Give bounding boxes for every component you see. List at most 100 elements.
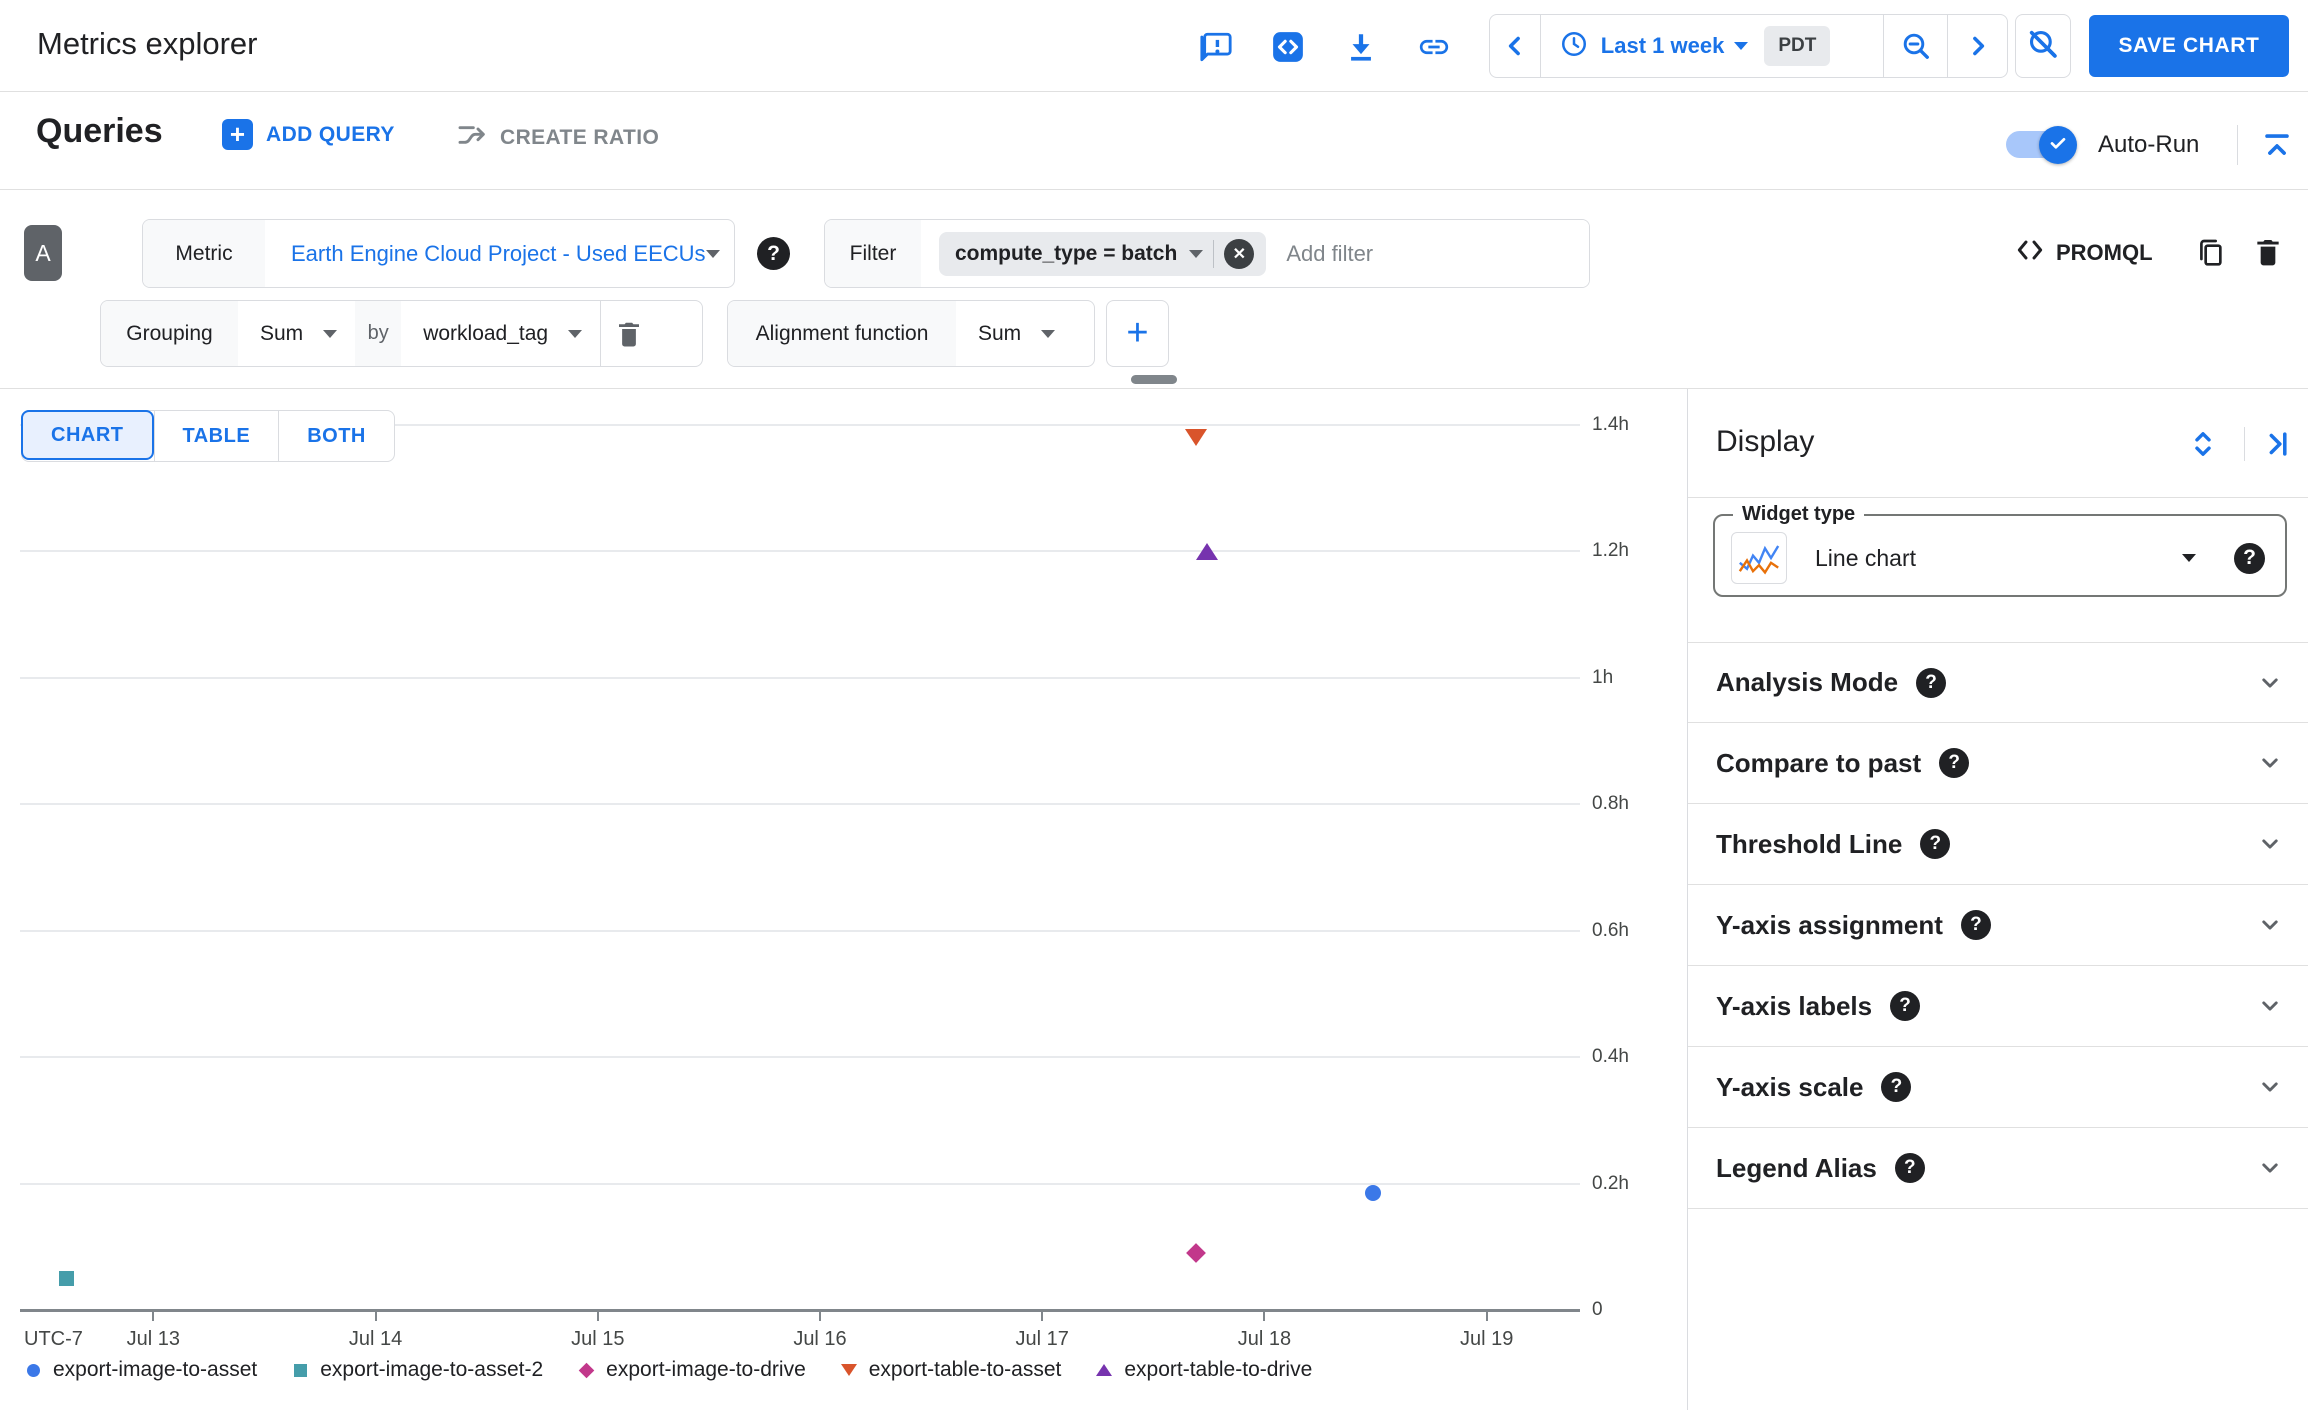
chevron-down-icon	[1189, 249, 1204, 258]
data-point-export-image-to-asset	[1365, 1185, 1382, 1202]
timezone-axis-label: UTC-7	[24, 1328, 83, 1350]
legend-label: export-image-to-asset	[53, 1358, 258, 1381]
time-prev-button[interactable]	[1490, 15, 1540, 77]
link-icon[interactable]	[1414, 27, 1454, 67]
collapse-queries-icon[interactable]	[2258, 127, 2296, 165]
time-range-group: Last 1 week PDT	[1489, 14, 2008, 78]
delete-grouping-icon[interactable]	[601, 301, 657, 366]
tab-chart[interactable]: CHART	[21, 410, 154, 460]
section-compare-to-past[interactable]: Compare to past?	[1688, 723, 2308, 804]
download-icon[interactable]	[1341, 27, 1381, 67]
chevron-down-icon[interactable]	[2255, 829, 2285, 859]
timezone-chip[interactable]: PDT	[1764, 26, 1831, 66]
add-query-button[interactable]: + ADD QUERY	[222, 119, 395, 150]
auto-zoom-off-button[interactable]	[2015, 14, 2071, 78]
queries-bar: Queries + ADD QUERY CREATE RATIO	[0, 92, 2308, 190]
metric-field: Metric Earth Engine Cloud Project - Used…	[142, 219, 735, 288]
help-icon[interactable]: ?	[1881, 1072, 1912, 1102]
chevron-down-icon	[2182, 554, 2196, 562]
time-range-selector[interactable]: Last 1 week PDT	[1539, 15, 1884, 77]
y-axis-label: 1.4h	[1592, 414, 1629, 435]
widget-type-select[interactable]: Line chart ?	[1715, 526, 2285, 590]
chevron-down-icon[interactable]	[2255, 1153, 2285, 1183]
grouping-field: Grouping Sum by workload_tag	[100, 300, 703, 367]
query-editor: A Metric Earth Engine Cloud Project - Us…	[0, 190, 2308, 389]
x-axis-label: Jul 15	[571, 1328, 625, 1350]
metric-help-icon[interactable]: ?	[757, 237, 790, 270]
help-icon[interactable]: ?	[1960, 910, 1991, 940]
legend-item-export-image-to-drive[interactable]: export-image-to-drive	[577, 1358, 806, 1382]
chevron-down-icon[interactable]	[2255, 668, 2285, 698]
grouping-select[interactable]: Sum	[238, 301, 355, 366]
section-threshold-line[interactable]: Threshold Line?	[1688, 804, 2308, 885]
widget-type-field: Widget type Line chart ?	[1713, 503, 2287, 597]
metric-value-text: Earth Engine Cloud Project - Used EECUs	[291, 240, 706, 266]
grouping-value: Sum	[260, 321, 304, 345]
help-icon[interactable]: ?	[1916, 667, 1947, 698]
alignment-select[interactable]: Sum	[956, 301, 1073, 366]
legend-label: export-image-to-drive	[606, 1358, 806, 1381]
remove-filter-icon[interactable]: ✕	[1224, 238, 1255, 269]
create-ratio-button[interactable]: CREATE RATIO	[456, 119, 659, 156]
help-icon[interactable]: ?	[1894, 1153, 1925, 1183]
data-point-export-table-to-drive	[1195, 542, 1218, 560]
delete-query-icon[interactable]	[2248, 232, 2288, 272]
section-legend-alias[interactable]: Legend Alias?	[1688, 1128, 2308, 1209]
alignment-field: Alignment function Sum	[727, 300, 1095, 367]
code-icon[interactable]	[1268, 27, 1308, 67]
x-axis-label: Jul 19	[1459, 1328, 1514, 1350]
time-range-label: Last 1 week	[1600, 33, 1725, 58]
section-y-axis-assignment[interactable]: Y-axis assignment?	[1688, 885, 2308, 966]
legend-item-export-table-to-asset[interactable]: export-table-to-asset	[840, 1358, 1062, 1382]
help-icon[interactable]: ?	[1939, 748, 1970, 778]
legend-item-export-table-to-drive[interactable]: export-table-to-drive	[1095, 1358, 1312, 1382]
code-brackets-icon	[2014, 234, 2046, 271]
chevron-down-icon	[323, 329, 338, 338]
y-axis-label: 0.2h	[1592, 1172, 1629, 1194]
copy-icon[interactable]	[2192, 234, 2230, 272]
line-chart-icon	[1731, 532, 1787, 584]
legend-label: export-table-to-drive	[1124, 1358, 1313, 1381]
chevron-down-icon[interactable]	[2255, 991, 2285, 1021]
chevron-down-icon[interactable]	[2255, 748, 2285, 778]
widget-type-value: Line chart	[1815, 544, 1917, 571]
display-panel: Display Widget type Line chart ? Analysi…	[1687, 389, 2308, 1410]
add-processing-step-button[interactable]: +	[1106, 300, 1169, 367]
legend-item-export-image-to-asset[interactable]: export-image-to-asset	[24, 1358, 257, 1382]
auto-run-toggle-thumb[interactable]	[2039, 126, 2077, 164]
section-y-axis-labels[interactable]: Y-axis labels?	[1688, 966, 2308, 1047]
data-point-export-image-to-asset-2	[59, 1270, 75, 1286]
tab-table[interactable]: TABLE	[153, 411, 279, 461]
collapse-panel-icon[interactable]	[2258, 425, 2296, 463]
zoom-out-button[interactable]	[1883, 15, 1947, 77]
legend-marker	[577, 1361, 595, 1379]
feedback-icon[interactable]	[1196, 27, 1236, 67]
by-field-select[interactable]: workload_tag	[401, 301, 600, 366]
expand-all-icon[interactable]	[2184, 425, 2222, 463]
chevron-down-icon[interactable]	[2255, 1072, 2285, 1102]
section-y-axis-scale[interactable]: Y-axis scale?	[1688, 1047, 2308, 1128]
query-letter-badge: A	[24, 225, 62, 281]
legend-marker	[24, 1361, 42, 1379]
help-icon[interactable]: ?	[1890, 991, 1921, 1021]
filter-chip[interactable]: compute_type = batch ✕	[939, 231, 1267, 276]
legend-item-export-image-to-asset-2[interactable]: export-image-to-asset-2	[291, 1358, 543, 1382]
resize-handle[interactable]	[1131, 375, 1177, 384]
legend-marker	[1095, 1361, 1113, 1379]
y-axis-label: 1.2h	[1592, 540, 1629, 562]
legend-label: export-table-to-asset	[868, 1358, 1062, 1381]
x-axis-label: Jul 18	[1237, 1328, 1292, 1350]
help-icon[interactable]: ?	[1920, 829, 1951, 859]
time-next-button[interactable]	[1947, 15, 2007, 77]
tab-both[interactable]: BOTH	[278, 411, 394, 461]
section-title: Analysis Mode	[1716, 667, 1899, 697]
chevron-down-icon[interactable]	[2255, 910, 2285, 940]
metric-select[interactable]: Earth Engine Cloud Project - Used EECUs	[265, 220, 734, 287]
queries-title: Queries	[36, 112, 163, 150]
section-analysis-mode[interactable]: Analysis Mode?	[1688, 642, 2308, 723]
save-chart-button[interactable]: SAVE CHART	[2089, 15, 2289, 77]
search-off-icon	[2026, 27, 2060, 66]
add-filter-input[interactable]	[1266, 220, 1589, 287]
promql-button[interactable]: PROMQL	[2014, 234, 2153, 271]
widget-type-help-icon[interactable]: ?	[2234, 542, 2265, 574]
